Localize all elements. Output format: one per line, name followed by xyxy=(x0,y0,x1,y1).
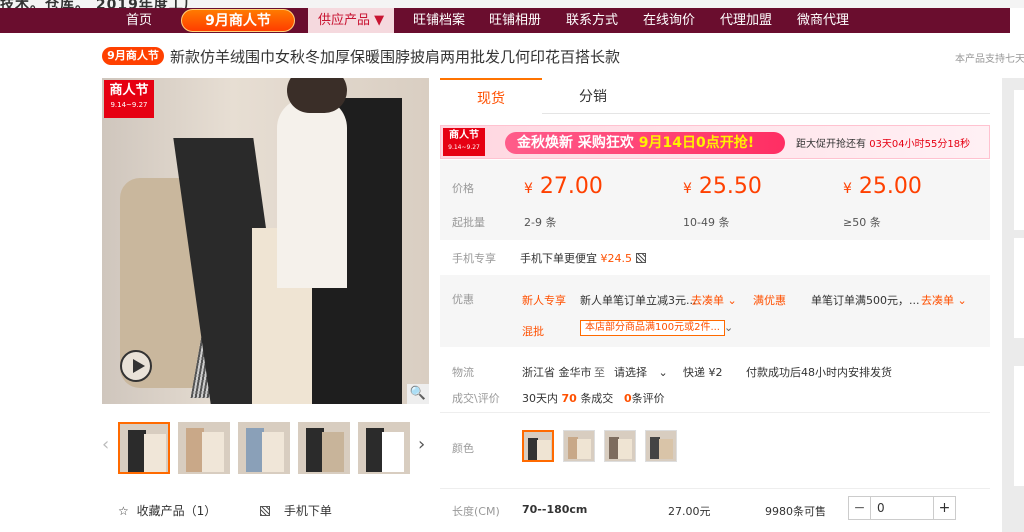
sku-price: 27.00元 xyxy=(668,505,711,518)
image-promo-badge: 商人节 9.14~9.27 xyxy=(104,80,154,118)
tier-qty-1: 2-9 条 xyxy=(524,216,557,229)
thumbnail[interactable] xyxy=(178,422,230,474)
decrement-button[interactable]: − xyxy=(849,497,871,519)
nav-contact[interactable]: 联系方式 xyxy=(566,8,618,33)
nav-wechat-agent[interactable]: 微商代理 xyxy=(797,8,849,33)
thumb-next-icon[interactable]: › xyxy=(418,434,425,455)
color-swatch[interactable] xyxy=(563,430,595,462)
sku-label: 长度(CM) xyxy=(452,505,500,518)
detail-tabs: 现货 分销 xyxy=(440,78,990,114)
nav-products[interactable]: 供应产品 ▼ xyxy=(308,8,395,33)
full-discount-link[interactable]: 去凑单 ⌄ xyxy=(921,292,967,308)
sku-stock: 9980条可售 xyxy=(765,505,826,518)
full-discount-text: 单笔订单满500元，... xyxy=(811,294,920,307)
mix-tag: 混批 xyxy=(522,325,544,338)
express-fee: 快递 ¥2 xyxy=(683,366,723,379)
nav-edge xyxy=(1010,8,1024,33)
play-video-icon[interactable] xyxy=(120,350,152,382)
service-note: 本产品支持七天 xyxy=(955,54,1024,65)
promo-label: 优惠 xyxy=(452,293,474,306)
new-user-link[interactable]: 去凑单 ⌄ xyxy=(691,292,737,308)
star-icon[interactable]: ☆ xyxy=(118,504,129,518)
banner-badge: 商人节 9.14~9.27 xyxy=(443,128,485,156)
color-label: 颜色 xyxy=(452,442,474,455)
banner-countdown: 距大促开抢还有 03天04小时55分18秒 xyxy=(796,139,971,150)
top-strip: 技术。仓库。 2019年度工厂 xyxy=(0,0,1024,13)
promo-box: 优惠 新人专享 新人单笔订单立减3元... 去凑单 ⌄ 满优惠 单笔订单满500… xyxy=(440,275,990,347)
zoom-icon[interactable]: 🔍 xyxy=(407,384,429,404)
logistics-origin: 浙江省 金华市 xyxy=(522,366,592,379)
banner-slogan: 金秋焕新 采购狂欢 9月14日0点开抢! xyxy=(505,132,785,154)
shipping-note: 付款成功后48小时内安排发货 xyxy=(746,366,892,379)
logistics-to: 至 xyxy=(594,366,605,379)
color-swatch[interactable] xyxy=(604,430,636,462)
thumb-prev-icon[interactable]: ‹ xyxy=(102,434,109,455)
nav-home[interactable]: 首页 xyxy=(126,8,152,33)
quantity-stepper: − 0 + xyxy=(848,496,956,520)
price-box: 价格 ¥ 27.00 ¥ 25.50 ¥ 25.00 起批量 2-9 条 10-… xyxy=(440,160,990,272)
thumbnail[interactable] xyxy=(238,422,290,474)
thumbnail[interactable] xyxy=(118,422,170,474)
title-promo-badge: 9月商人节 xyxy=(102,47,164,65)
qrcode-icon[interactable] xyxy=(260,506,271,516)
promo-banner[interactable]: 商人节 9.14~9.27 金秋焕新 采购狂欢 9月14日0点开抢! 距大促开抢… xyxy=(440,125,990,159)
full-discount-tag: 满优惠 xyxy=(753,294,786,307)
thumbnail[interactable] xyxy=(358,422,410,474)
sidebar-card[interactable] xyxy=(1014,366,1024,486)
main-product-image[interactable] xyxy=(102,78,429,404)
tier-price-2: ¥ 25.50 xyxy=(683,174,762,199)
mix-text[interactable]: 本店部分商品满100元或2件... xyxy=(580,320,725,336)
sku-size: 70--180cm xyxy=(522,503,588,516)
thumbnail-strip: ‹ › xyxy=(100,422,430,476)
divider xyxy=(440,412,990,413)
mobile-text: 手机下单更便宜 ¥24.5 xyxy=(520,250,646,266)
tier-qty-3: ≥50 条 xyxy=(843,216,881,229)
deals-summary: 30天内 70 条成交 xyxy=(522,392,614,405)
qrcode-icon[interactable] xyxy=(636,253,646,263)
nav-inquiry[interactable]: 在线询价 xyxy=(643,8,695,33)
new-user-text: 新人单笔订单立减3元... xyxy=(580,294,697,307)
sidebar-card[interactable] xyxy=(1014,238,1024,338)
tab-distribution[interactable]: 分销 xyxy=(542,78,644,114)
divider xyxy=(440,488,990,489)
increment-button[interactable]: + xyxy=(933,497,955,519)
chevron-down-icon: ⌄ xyxy=(658,366,668,379)
moq-label: 起批量 xyxy=(452,216,485,229)
thumbnail[interactable] xyxy=(298,422,350,474)
mobile-order-link[interactable]: 手机下单 xyxy=(284,504,332,518)
product-title: 新款仿羊绒围巾女秋冬加厚保暖围脖披肩两用批发几何印花百搭长款 xyxy=(170,48,621,66)
color-swatch[interactable] xyxy=(645,430,677,462)
mobile-row: 手机专享 手机下单更便宜 ¥24.5 xyxy=(440,240,990,272)
new-user-tag: 新人专享 xyxy=(522,294,566,307)
color-swatch[interactable] xyxy=(522,430,554,462)
tab-spot[interactable]: 现货 xyxy=(440,78,542,114)
nav-album[interactable]: 旺铺相册 xyxy=(489,8,541,33)
tier-price-1: ¥ 27.00 xyxy=(524,174,603,199)
sidebar-card[interactable] xyxy=(1014,90,1024,230)
price-label: 价格 xyxy=(452,182,474,195)
nav-promo-badge[interactable]: 9月商人节 xyxy=(181,9,295,32)
reviews-summary[interactable]: 0条评价 xyxy=(624,390,665,406)
mobile-label: 手机专享 xyxy=(452,252,496,265)
shop-nav: 首页 9月商人节 供应产品 ▼ 旺铺档案 旺铺相册 联系方式 在线询价 代理加盟… xyxy=(0,8,1024,33)
logistics-label: 物流 xyxy=(452,366,474,379)
mix-chevron-icon[interactable]: ⌄ xyxy=(724,321,733,334)
tier-qty-2: 10-49 条 xyxy=(683,216,730,229)
nav-profile[interactable]: 旺铺档案 xyxy=(413,8,465,33)
image-actions: ☆ 收藏产品（1） 手机下单 xyxy=(118,502,332,519)
tier-price-3: ¥ 25.00 xyxy=(843,174,922,199)
nav-agency[interactable]: 代理加盟 xyxy=(720,8,772,33)
deals-label: 成交\评价 xyxy=(452,392,500,405)
favorite-link[interactable]: 收藏产品（1） xyxy=(137,504,217,518)
destination-select[interactable]: 请选择 ⌄ xyxy=(614,364,668,380)
quantity-input[interactable]: 0 xyxy=(877,497,885,519)
